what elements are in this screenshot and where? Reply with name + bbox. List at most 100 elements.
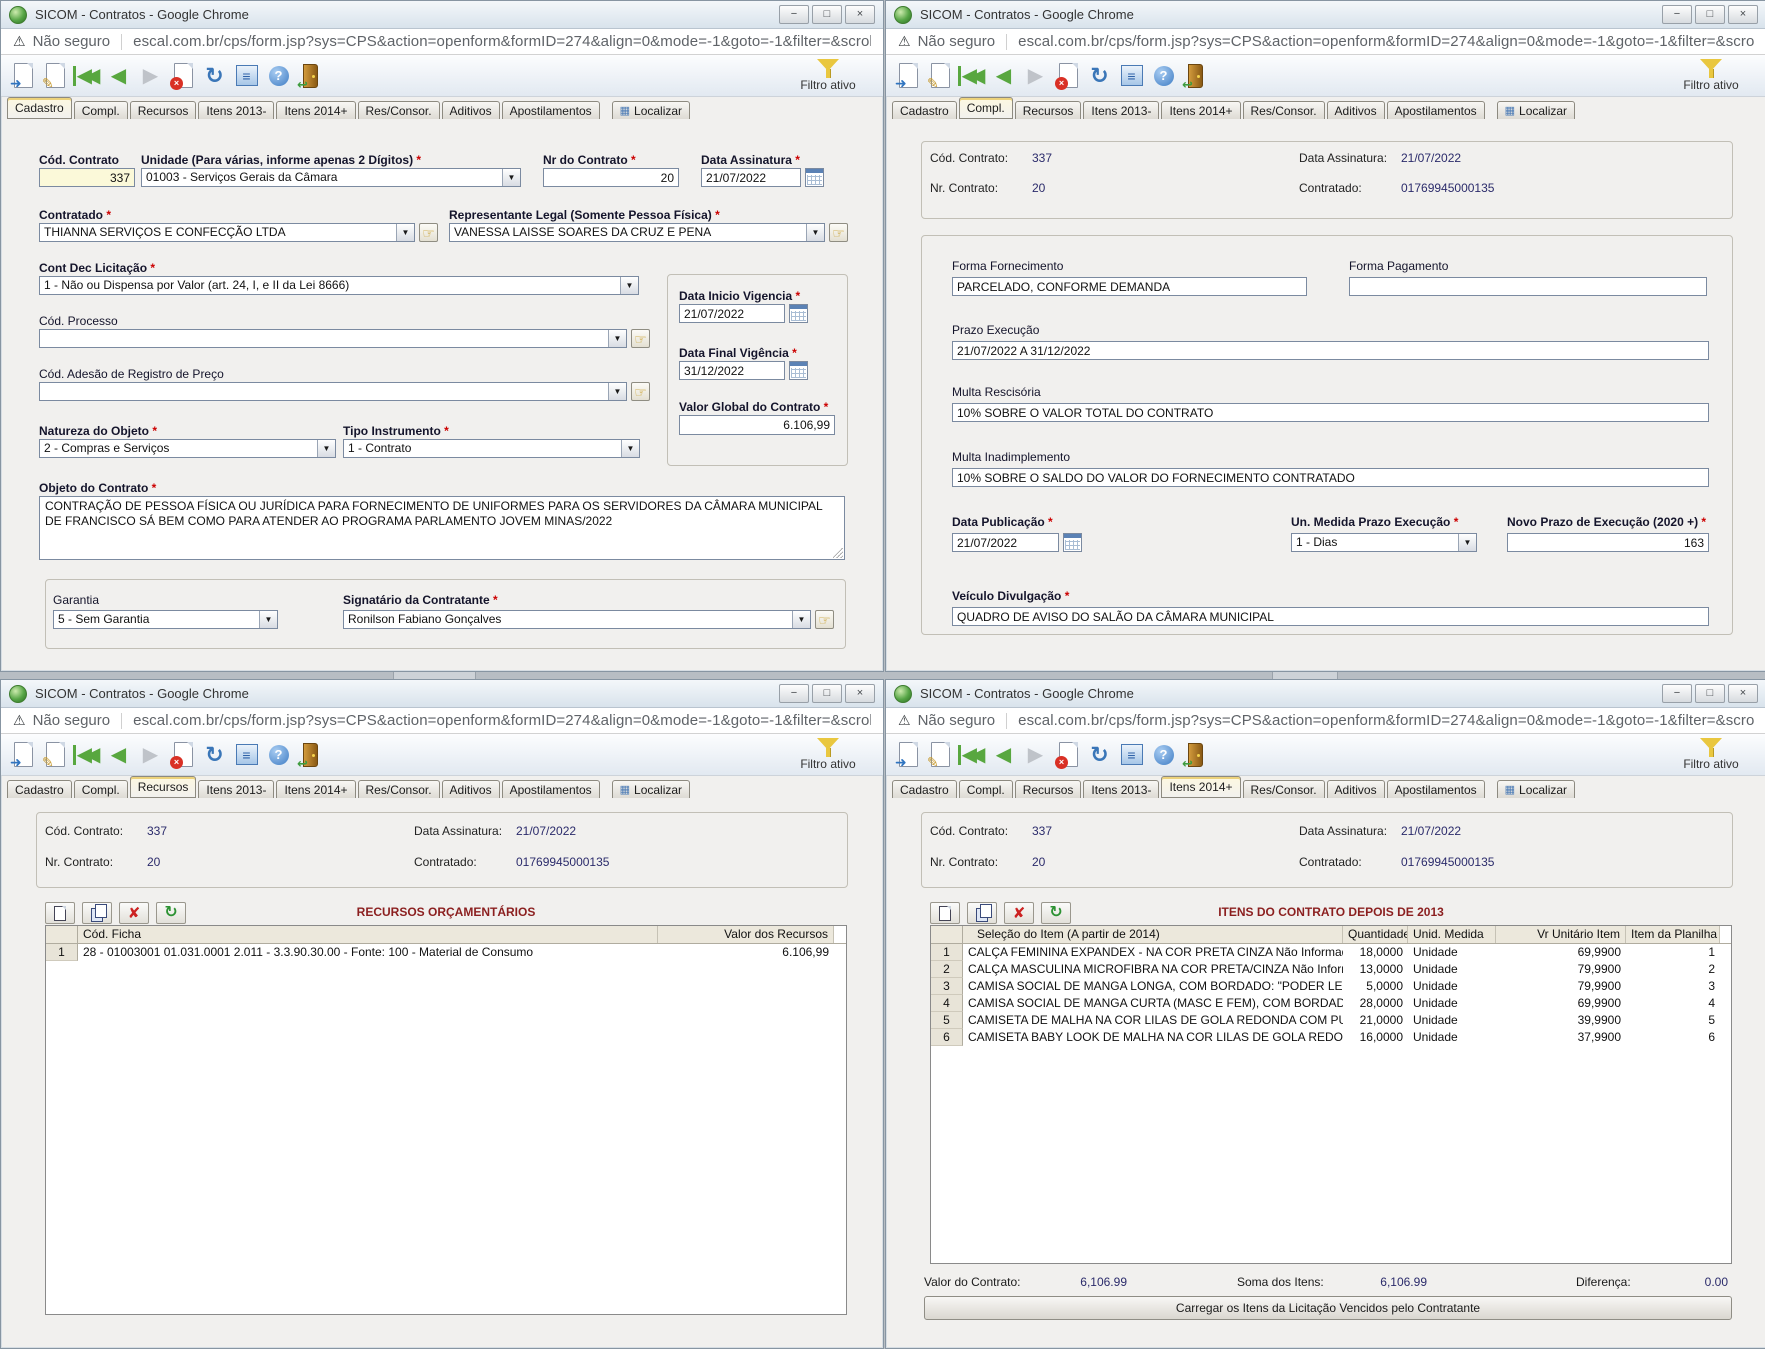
data-final-field[interactable]: 31/12/2022 xyxy=(679,361,785,380)
contratado-lookup-hand-icon[interactable] xyxy=(419,223,438,242)
tab[interactable]: Apostilamentos xyxy=(502,101,600,121)
help-icon[interactable] xyxy=(1148,738,1179,772)
not-secure-warning-icon[interactable]: ⚠ xyxy=(13,33,26,50)
tab[interactable]: Itens 2013- xyxy=(1083,780,1159,800)
close-button[interactable]: × xyxy=(1728,684,1758,703)
url-bar[interactable]: ⚠ Não seguro escal.com.br/cps/form.jsp?s… xyxy=(886,708,1765,734)
data-assinatura-field[interactable]: 21/07/2022 xyxy=(701,168,801,187)
not-secure-warning-icon[interactable]: ⚠ xyxy=(898,712,911,729)
tab[interactable]: Itens 2014+ xyxy=(1161,101,1240,121)
tab[interactable]: Localizar xyxy=(1497,780,1575,800)
contratado-select[interactable]: THIANNA SERVIÇOS E CONFECÇÃO LTDA xyxy=(39,223,415,242)
prazo-execucao-field[interactable]: 21/07/2022 A 31/12/2022 xyxy=(952,341,1709,360)
url-bar[interactable]: ⚠ Não seguro escal.com.br/cps/form.jsp?s… xyxy=(886,29,1765,55)
url-text[interactable]: escal.com.br/cps/form.jsp?sys=CPS&action… xyxy=(1018,33,1754,50)
maximize-button[interactable]: □ xyxy=(1695,5,1725,24)
filter-active[interactable]: Filtro ativo xyxy=(1672,737,1750,771)
previous-record-icon[interactable]: ◀ xyxy=(988,59,1019,93)
first-record-icon[interactable]: ◀◀ xyxy=(71,59,102,93)
help-icon[interactable] xyxy=(263,738,294,772)
report-icon[interactable]: ≡ xyxy=(1116,738,1147,772)
tab[interactable]: Itens 2014+ xyxy=(1161,776,1240,798)
cod-processo-select[interactable] xyxy=(39,329,627,348)
tab[interactable]: Compl. xyxy=(959,780,1013,800)
un-medida-select[interactable]: 1 - Dias xyxy=(1291,533,1477,552)
data-inicio-field[interactable]: 21/07/2022 xyxy=(679,304,785,323)
exit-icon[interactable]: ↩ xyxy=(295,59,326,93)
novo-prazo-field[interactable]: 163 xyxy=(1507,533,1709,552)
unidade-select[interactable]: 01003 - Serviços Gerais da Câmara xyxy=(141,168,521,187)
tab[interactable]: Aditivos xyxy=(442,780,500,800)
carregar-itens-button[interactable]: Carregar os Itens da Licitação Vencidos … xyxy=(924,1296,1732,1320)
calendar-icon[interactable] xyxy=(805,168,824,187)
tab[interactable]: Recursos xyxy=(1015,780,1082,800)
filter-active[interactable]: Filtro ativo xyxy=(789,58,867,92)
garantia-select[interactable]: 5 - Sem Garantia xyxy=(53,610,278,629)
titlebar[interactable]: SICOM - Contratos - Google Chrome − □ × xyxy=(1,680,883,708)
nr-contrato-field[interactable]: 20 xyxy=(543,168,679,187)
tab[interactable]: Res/Consor. xyxy=(358,101,440,121)
tab[interactable]: Compl. xyxy=(959,97,1013,119)
delete-record-icon[interactable]: × xyxy=(1052,738,1083,772)
tab[interactable]: Compl. xyxy=(74,101,128,121)
calendar-icon[interactable] xyxy=(789,304,808,323)
header-valor-recursos[interactable]: Valor dos Recursos xyxy=(658,926,834,943)
report-icon[interactable]: ≡ xyxy=(231,59,262,93)
tab[interactable]: Compl. xyxy=(74,780,128,800)
table-row[interactable]: 4 CAMISA SOCIAL DE MANGA CURTA (MASC E F… xyxy=(931,995,1731,1012)
refresh-icon[interactable]: ↻ xyxy=(1084,738,1115,772)
maximize-button[interactable]: □ xyxy=(812,684,842,703)
table-row[interactable]: 1 28 - 01003001 01.031.0001 2.011 - 3.3.… xyxy=(46,944,846,961)
minimize-button[interactable]: − xyxy=(1662,684,1692,703)
tab[interactable]: Res/Consor. xyxy=(358,780,440,800)
filter-active[interactable]: Filtro ativo xyxy=(789,737,867,771)
tab[interactable]: Cadastro xyxy=(7,97,72,119)
url-bar[interactable]: ⚠ Não seguro escal.com.br/cps/form.jsp?s… xyxy=(1,29,883,55)
multa-inadimplemento-field[interactable]: 10% SOBRE O SALDO DO VALOR DO FORNECIMEN… xyxy=(952,468,1709,487)
tab[interactable]: Localizar xyxy=(612,780,690,800)
cod-adesao-lookup-hand-icon[interactable] xyxy=(631,382,650,401)
url-text[interactable]: escal.com.br/cps/form.jsp?sys=CPS&action… xyxy=(133,33,871,50)
header-item-planilha[interactable]: Item da Planilha xyxy=(1626,926,1720,943)
close-button[interactable]: × xyxy=(1728,5,1758,24)
titlebar[interactable]: SICOM - Contratos - Google Chrome − □ × xyxy=(886,1,1765,29)
tab[interactable]: Recursos xyxy=(1015,101,1082,121)
url-text[interactable]: escal.com.br/cps/form.jsp?sys=CPS&action… xyxy=(1018,712,1754,729)
table-row[interactable]: 1 CALÇA FEMININA EXPANDEX - NA COR PRETA… xyxy=(931,944,1731,961)
maximize-button[interactable]: □ xyxy=(812,5,842,24)
table-row[interactable]: 2 CALÇA MASCULINA MICROFIBRA NA COR PRET… xyxy=(931,961,1731,978)
table-row[interactable]: 5 CAMISETA DE MALHA NA COR LILAS DE GOLA… xyxy=(931,1012,1731,1029)
refresh-icon[interactable]: ↻ xyxy=(199,59,230,93)
tab[interactable]: Apostilamentos xyxy=(502,780,600,800)
data-publicacao-field[interactable]: 21/07/2022 xyxy=(952,533,1059,552)
edit-record-icon[interactable]: ✎ xyxy=(39,59,70,93)
minimize-button[interactable]: − xyxy=(779,684,809,703)
close-button[interactable]: × xyxy=(845,684,875,703)
header-selecao[interactable]: Seleção do Item (A partir de 2014) xyxy=(963,926,1343,943)
minimize-button[interactable]: − xyxy=(779,5,809,24)
veiculo-field[interactable]: QUADRO DE AVISO DO SALÃO DA CÂMARA MUNIC… xyxy=(952,607,1709,626)
representante-lookup-hand-icon[interactable] xyxy=(829,223,848,242)
maximize-button[interactable]: □ xyxy=(1695,684,1725,703)
signatario-lookup-hand-icon[interactable] xyxy=(815,610,834,629)
tab[interactable]: Aditivos xyxy=(1327,101,1385,121)
tab[interactable]: Recursos xyxy=(130,101,197,121)
tab[interactable]: Itens 2014+ xyxy=(276,101,355,121)
tab[interactable]: Localizar xyxy=(612,101,690,121)
new-record-icon[interactable]: ➜ xyxy=(7,59,38,93)
previous-record-icon[interactable]: ◀ xyxy=(103,59,134,93)
tab[interactable]: Apostilamentos xyxy=(1387,780,1485,800)
help-icon[interactable] xyxy=(1148,59,1179,93)
signatario-select[interactable]: Ronilson Fabiano Gonçalves xyxy=(343,610,811,629)
natureza-select[interactable]: 2 - Compras e Serviços xyxy=(39,439,336,458)
refresh-icon[interactable]: ↻ xyxy=(1084,59,1115,93)
tab[interactable]: Recursos xyxy=(130,776,197,798)
header-quantidade[interactable]: Quantidade xyxy=(1343,926,1408,943)
header-cod-ficha[interactable]: Cód. Ficha xyxy=(78,926,658,943)
tab[interactable]: Res/Consor. xyxy=(1243,780,1325,800)
delete-record-icon[interactable]: × xyxy=(1052,59,1083,93)
forma-fornecimento-field[interactable]: PARCELADO, CONFORME DEMANDA xyxy=(952,277,1307,296)
tab[interactable]: Cadastro xyxy=(7,780,72,800)
tab[interactable]: Aditivos xyxy=(442,101,500,121)
new-record-icon[interactable]: ➜ xyxy=(7,738,38,772)
